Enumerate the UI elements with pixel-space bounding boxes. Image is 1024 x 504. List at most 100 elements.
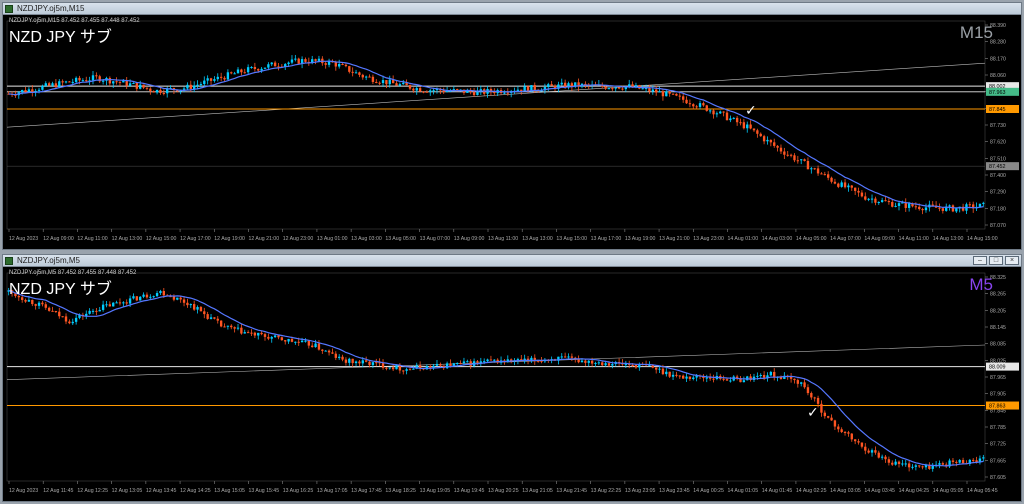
- bull-candle: [206, 78, 209, 81]
- bear-candle: [611, 88, 614, 90]
- chart-window-icon: [5, 257, 13, 265]
- bear-candle: [904, 202, 907, 208]
- bear-candle: [820, 403, 823, 413]
- bear-candle: [668, 371, 671, 377]
- bull-candle: [516, 89, 520, 91]
- bear-candle: [47, 307, 51, 311]
- bear-candle: [621, 88, 624, 90]
- bear-candle: [972, 459, 975, 461]
- bull-candle: [432, 90, 435, 92]
- m15-chart-svg[interactable]: 88.39088.28088.17088.06087.95087.84087.7…: [3, 15, 1021, 249]
- bear-candle: [681, 375, 685, 379]
- bear-candle: [280, 337, 284, 341]
- bull-candle: [199, 84, 203, 86]
- x-tick-label: 12 Aug 13:05: [112, 488, 143, 494]
- x-tick-label: 13 Aug 17:05: [317, 488, 348, 494]
- bear-candle: [307, 340, 311, 346]
- x-tick-label: 13 Aug 23:45: [659, 488, 690, 494]
- window-controls: – □ ×: [973, 256, 1019, 265]
- x-tick-label: 13 Aug 11:00: [488, 236, 518, 242]
- bull-candle: [415, 88, 418, 91]
- bear-candle: [472, 91, 476, 96]
- bear-candle: [58, 311, 61, 317]
- close-button[interactable]: ×: [1005, 256, 1019, 265]
- bull-candle: [142, 294, 145, 297]
- bull-candle: [196, 307, 199, 310]
- x-tick-label: 12 Aug 12:25: [77, 488, 108, 494]
- x-tick-label: 13 Aug 19:45: [454, 488, 485, 494]
- bear-candle: [408, 85, 412, 89]
- bear-candle: [617, 87, 621, 89]
- bull-candle: [931, 465, 934, 469]
- m15-chart-window[interactable]: NZDJPY.oj5m,M15 88.390 88.280 88.170 88.060…: [2, 2, 1022, 250]
- bull-candle: [658, 91, 661, 93]
- bear-candle: [162, 290, 165, 296]
- maximize-button[interactable]: □: [989, 256, 1003, 265]
- m5-chart-svg[interactable]: 88.32588.26588.20588.14588.08588.02587.9…: [3, 267, 1021, 501]
- bull-candle: [429, 90, 432, 93]
- bear-candle: [78, 77, 81, 81]
- y-tick-label: 87.965: [990, 375, 1006, 381]
- y-tick-label: 87.905: [990, 392, 1006, 398]
- bull-candle: [294, 341, 297, 343]
- bear-candle: [769, 139, 773, 143]
- m5-plot-area[interactable]: 88.325 88.265 88.205 88.145 88.085 88.025 87.9…: [3, 267, 1021, 501]
- bull-candle: [567, 356, 570, 358]
- bear-candle: [661, 91, 665, 97]
- x-tick-label: 14 Aug 05:45: [967, 488, 998, 494]
- bear-candle: [887, 201, 891, 203]
- m15-plot-area[interactable]: 88.39088.28088.17088.06087.95087.84087.7…: [3, 15, 1021, 249]
- bear-candle: [186, 302, 189, 306]
- bull-candle: [287, 62, 290, 65]
- bull-candle: [388, 79, 391, 85]
- bear-candle: [850, 185, 853, 188]
- m5-chart-window[interactable]: NZDJPY.oj5m,M5 – □ × 88.325 88.265 88.205 8…: [2, 254, 1022, 502]
- bull-candle: [493, 359, 496, 361]
- y-tick-label: 87.510: [990, 156, 1006, 162]
- bear-candle: [361, 74, 364, 78]
- minimize-button[interactable]: –: [973, 256, 987, 265]
- bear-candle: [803, 159, 806, 161]
- bull-candle: [479, 361, 483, 363]
- bear-candle: [327, 350, 331, 353]
- bear-candle: [827, 416, 830, 418]
- bear-candle: [412, 88, 415, 91]
- m15-title-bar[interactable]: NZDJPY.oj5m,M15: [3, 3, 1021, 15]
- bull-candle: [412, 368, 415, 370]
- bull-candle: [580, 360, 584, 363]
- bull-candle: [692, 377, 695, 379]
- bull-candle: [894, 461, 897, 465]
- bull-candle: [51, 83, 54, 86]
- bear-candle: [655, 367, 658, 370]
- m5-title-bar[interactable]: NZDJPY.oj5m,M5 – □ ×: [3, 255, 1021, 267]
- bear-candle: [914, 206, 918, 208]
- bear-candle: [378, 82, 381, 84]
- bear-candle: [118, 302, 122, 304]
- bear-candle: [749, 124, 752, 129]
- bull-candle: [20, 90, 24, 93]
- x-tick-label: 14 Aug 04:25: [899, 488, 930, 494]
- bear-candle: [391, 367, 395, 370]
- bear-candle: [223, 77, 226, 80]
- bear-candle: [604, 86, 607, 89]
- y-tick-label: 88.205: [990, 308, 1006, 314]
- bear-candle: [95, 75, 98, 77]
- bull-candle: [870, 198, 874, 200]
- bear-candle: [476, 361, 479, 363]
- bear-candle: [95, 310, 98, 312]
- bear-candle: [847, 432, 850, 434]
- bear-candle: [425, 91, 429, 93]
- bear-candle: [921, 209, 924, 211]
- bear-candle: [230, 72, 233, 74]
- x-tick-label: 13 Aug 21:45: [556, 488, 587, 494]
- bear-candle: [385, 367, 388, 369]
- x-tick-label: 14 Aug 15:00: [967, 236, 998, 242]
- bear-candle: [607, 363, 611, 366]
- bull-candle: [338, 356, 341, 358]
- bear-candle: [668, 91, 671, 94]
- bear-candle: [429, 366, 432, 368]
- x-tick-label: 14 Aug 03:45: [864, 488, 895, 494]
- x-tick-label: 12 Aug 17:00: [180, 236, 211, 242]
- bear-candle: [368, 361, 371, 366]
- bear-candle: [145, 294, 149, 298]
